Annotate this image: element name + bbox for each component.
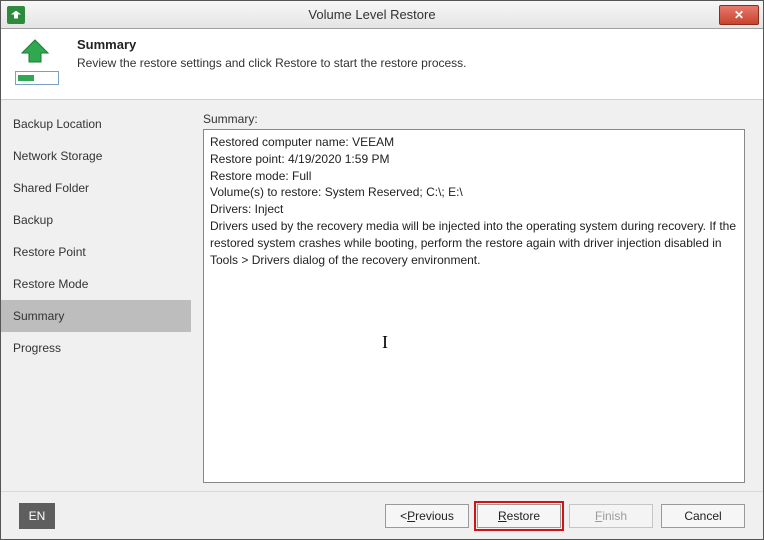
summary-field-label: Summary: [203, 112, 745, 126]
summary-line: Drivers: Inject [210, 201, 738, 218]
close-button[interactable]: ✕ [719, 5, 759, 25]
finish-button: Finish [569, 504, 653, 528]
wizard-header: Summary Review the restore settings and … [1, 29, 763, 99]
header-text: Summary Review the restore settings and … [77, 37, 467, 70]
step-shared-folder[interactable]: Shared Folder [1, 172, 191, 204]
step-label: Progress [13, 341, 61, 355]
step-restore-mode[interactable]: Restore Mode [1, 268, 191, 300]
language-indicator[interactable]: EN [19, 503, 55, 529]
step-backup-location[interactable]: Backup Location [1, 108, 191, 140]
header-icon-column [15, 37, 59, 85]
header-subtitle: Review the restore settings and click Re… [77, 56, 467, 70]
language-label: EN [29, 509, 46, 523]
wizard-main: Summary: Restored computer name: VEEAM R… [191, 100, 763, 491]
text-cursor-icon: I [382, 330, 388, 355]
header-title: Summary [77, 37, 467, 52]
step-summary[interactable]: Summary [1, 300, 191, 332]
step-label: Restore Mode [13, 277, 88, 291]
summary-line: Restored computer name: VEEAM [210, 134, 738, 151]
step-label: Backup Location [13, 117, 102, 131]
restore-button[interactable]: Restore [477, 504, 561, 528]
progress-icon [15, 71, 59, 85]
step-label: Restore Point [13, 245, 86, 259]
window: Volume Level Restore ✕ Summary Review th… [0, 0, 764, 540]
summary-line: Restore mode: Full [210, 168, 738, 185]
close-icon: ✕ [734, 8, 744, 22]
summary-textbox[interactable]: Restored computer name: VEEAM Restore po… [203, 129, 745, 483]
step-backup[interactable]: Backup [1, 204, 191, 236]
step-progress[interactable]: Progress [1, 332, 191, 364]
wizard-body: Backup Location Network Storage Shared F… [1, 99, 763, 491]
step-network-storage[interactable]: Network Storage [1, 140, 191, 172]
summary-line: Volume(s) to restore: System Reserved; C… [210, 184, 738, 201]
window-title: Volume Level Restore [25, 7, 719, 22]
previous-button[interactable]: < Previous [385, 504, 469, 528]
summary-line: Restore point: 4/19/2020 1:59 PM [210, 151, 738, 168]
restore-arrow-icon [15, 37, 55, 65]
summary-line: Drivers used by the recovery media will … [210, 218, 738, 268]
step-label: Shared Folder [13, 181, 89, 195]
step-label: Network Storage [13, 149, 102, 163]
step-label: Backup [13, 213, 53, 227]
titlebar: Volume Level Restore ✕ [1, 1, 763, 29]
wizard-footer: EN < Previous Restore Finish Cancel [1, 491, 763, 539]
cancel-button[interactable]: Cancel [661, 504, 745, 528]
app-icon [7, 6, 25, 24]
wizard-steps-sidebar: Backup Location Network Storage Shared F… [1, 100, 191, 491]
step-restore-point[interactable]: Restore Point [1, 236, 191, 268]
step-label: Summary [13, 309, 64, 323]
